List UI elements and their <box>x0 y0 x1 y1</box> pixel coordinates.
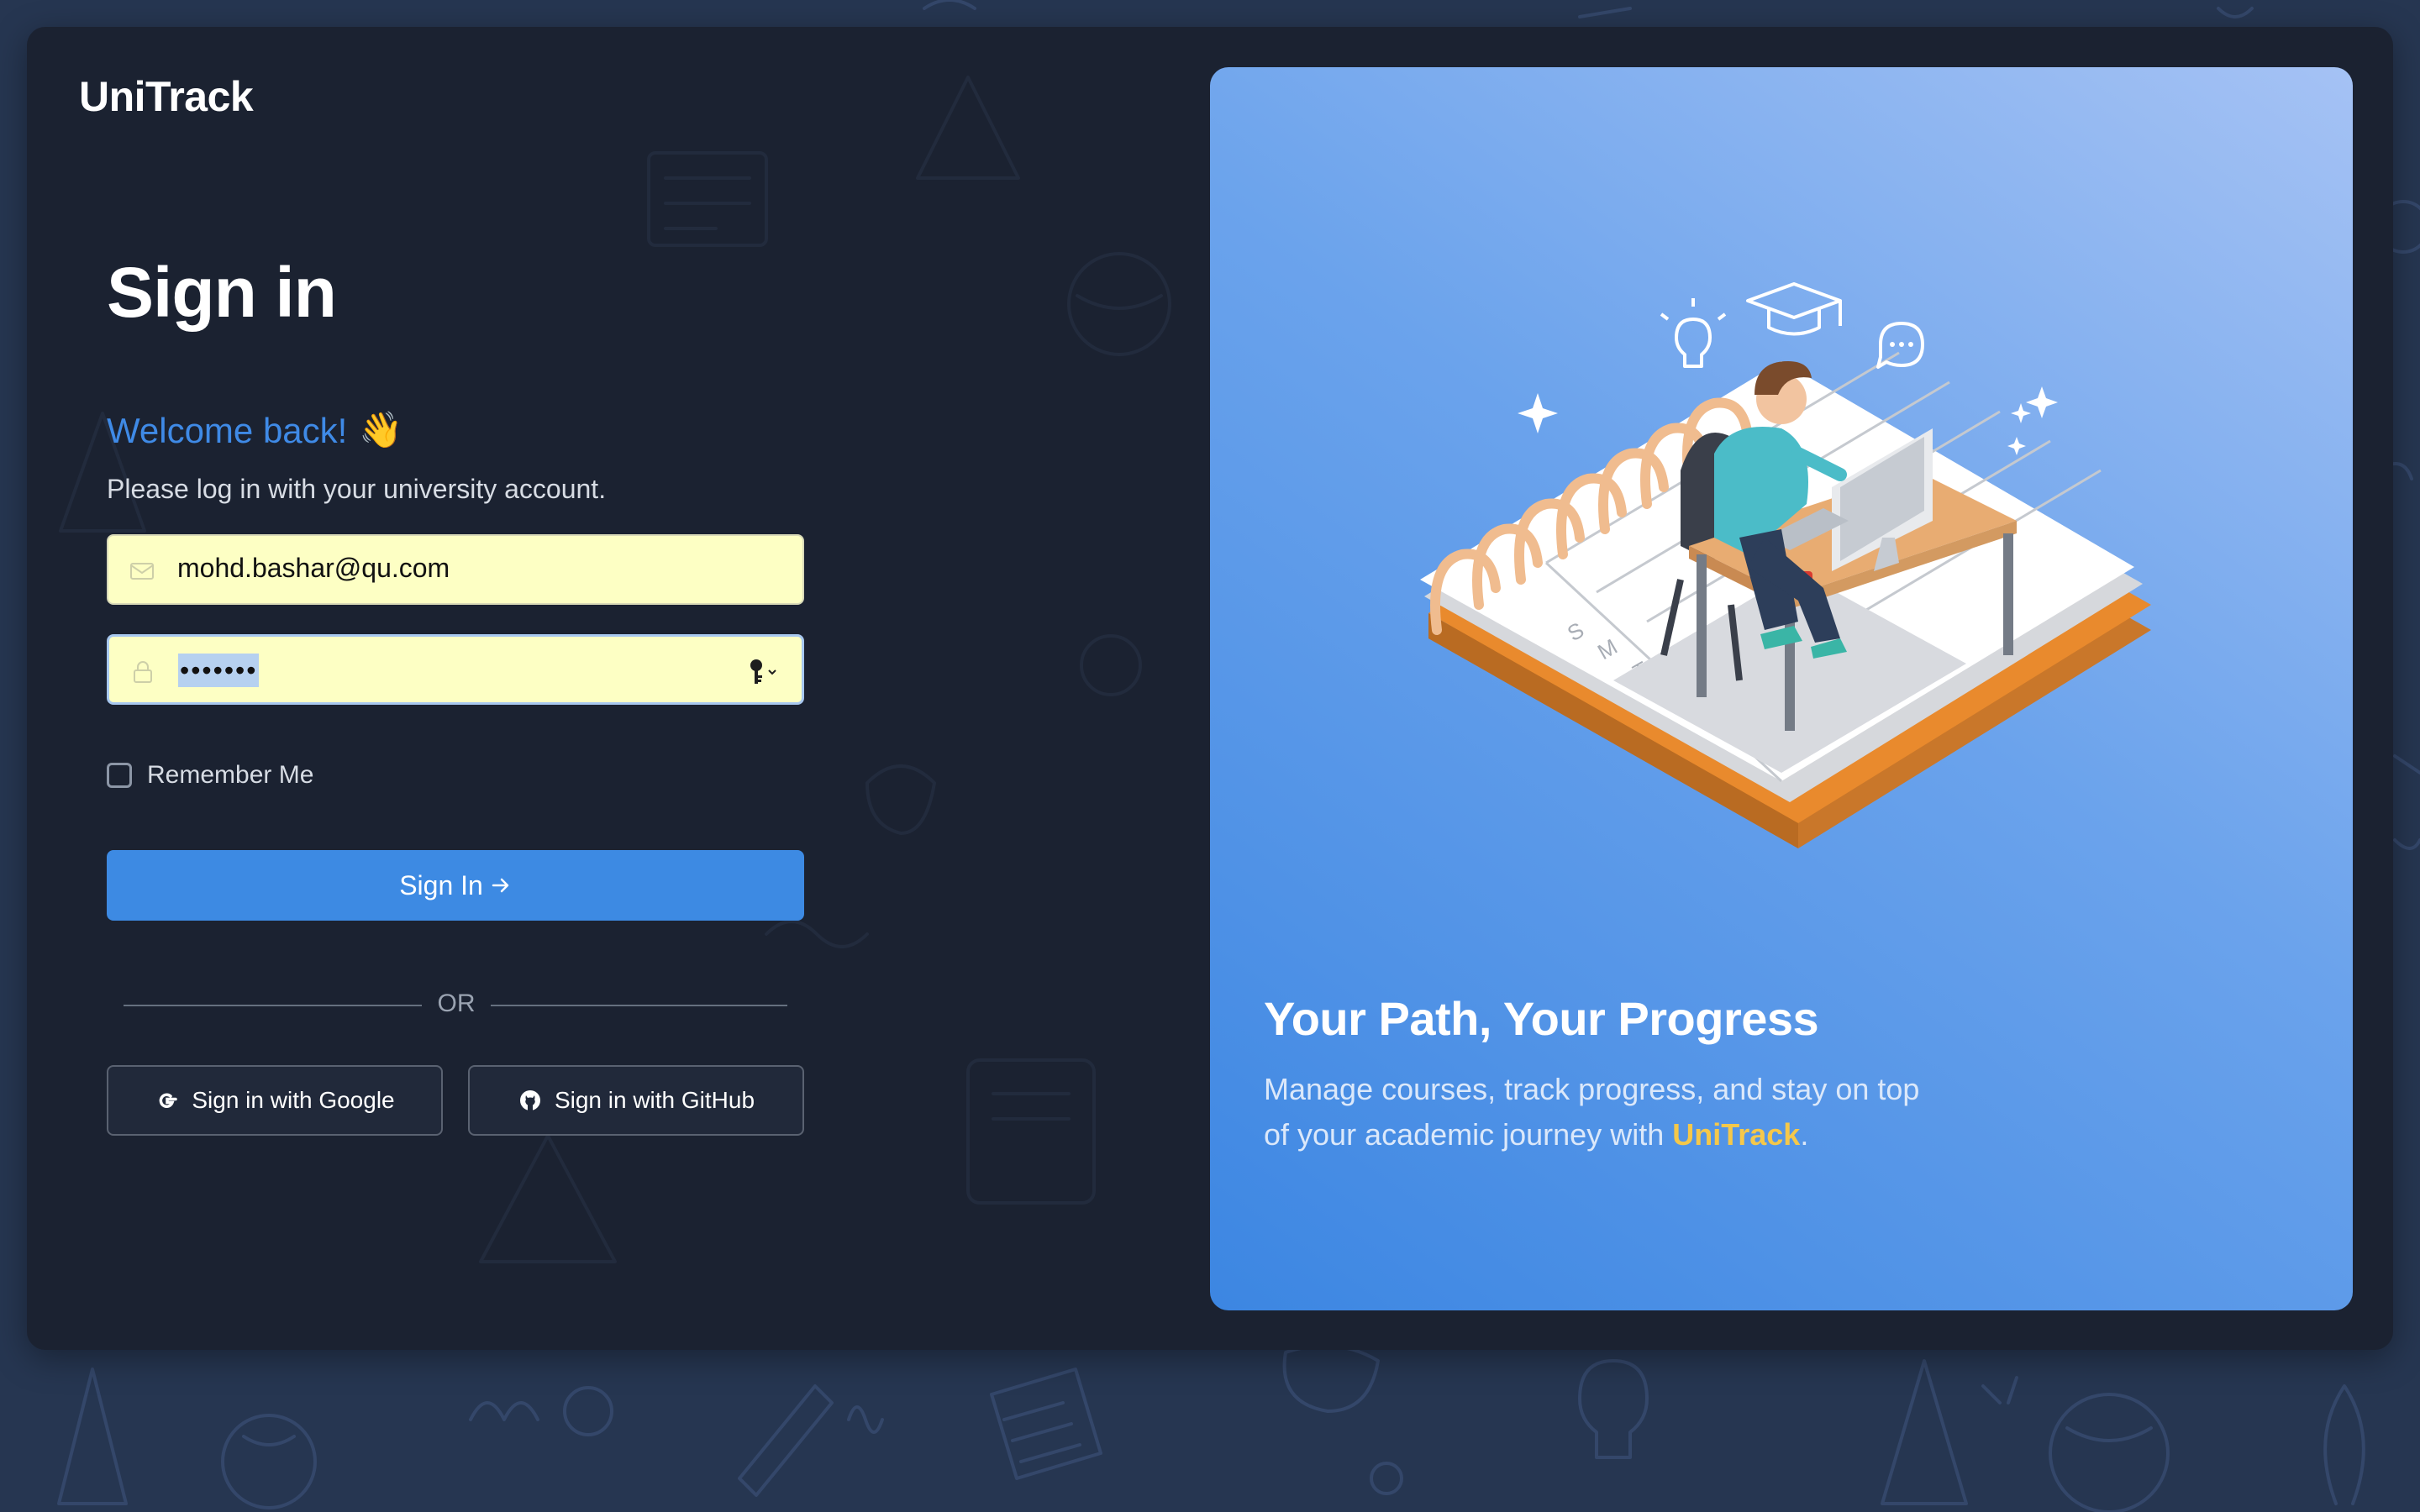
key-icon[interactable] <box>746 657 780 687</box>
lock-icon <box>134 661 152 683</box>
divider-line-left <box>124 1005 422 1006</box>
login-instructions: Please log in with your university accou… <box>107 474 607 504</box>
page-title: Sign in <box>107 253 337 332</box>
welcome-text: Welcome back! <box>107 410 348 450</box>
divider-line-right <box>491 1005 787 1006</box>
hero-brand-highlight: UniTrack <box>1672 1117 1801 1152</box>
password-field[interactable]: ••••••• <box>107 634 804 705</box>
login-card: UniTrack Sign in Welcome back! 👋 Please … <box>27 27 2393 1350</box>
password-value: ••••••• <box>178 654 260 687</box>
mail-icon <box>130 563 154 580</box>
or-divider-label: OR <box>437 990 476 1017</box>
sign-in-label: Sign In <box>399 869 483 900</box>
app-logo: UniTrack <box>79 73 254 120</box>
hero-description: Manage courses, track progress, and stay… <box>1264 1067 1936 1158</box>
google-sign-in-button[interactable]: Sign in with Google <box>107 1065 443 1136</box>
remember-me-label: Remember Me <box>147 761 314 789</box>
study-desk-illustration: S M T W T F S <box>1420 282 2151 848</box>
waving-hand-icon: 👋 <box>359 410 403 449</box>
hero-description-text: Manage courses, track progress, and stay… <box>1264 1072 1920 1152</box>
google-sign-in-label: Sign in with Google <box>192 1087 395 1113</box>
hero-description-end: . <box>1800 1117 1809 1152</box>
remember-me-checkbox[interactable] <box>107 763 132 788</box>
arrow-right-icon <box>492 878 509 893</box>
google-icon <box>160 1093 178 1108</box>
remember-me[interactable]: Remember Me <box>107 761 313 790</box>
hero-title: Your Path, Your Progress <box>1264 992 1819 1045</box>
email-field[interactable]: mohd.bashar@qu.com <box>107 534 804 605</box>
github-sign-in-label: Sign in with GitHub <box>554 1087 755 1113</box>
hero-panel: S M T W T F S <box>1210 67 2353 1310</box>
email-value: mohd.bashar@qu.com <box>177 553 450 583</box>
github-sign-in-button[interactable]: Sign in with GitHub <box>468 1065 804 1136</box>
sign-in-button[interactable]: Sign In <box>107 850 804 921</box>
welcome-message: Welcome back! 👋 <box>107 410 403 451</box>
github-icon <box>519 1090 540 1111</box>
